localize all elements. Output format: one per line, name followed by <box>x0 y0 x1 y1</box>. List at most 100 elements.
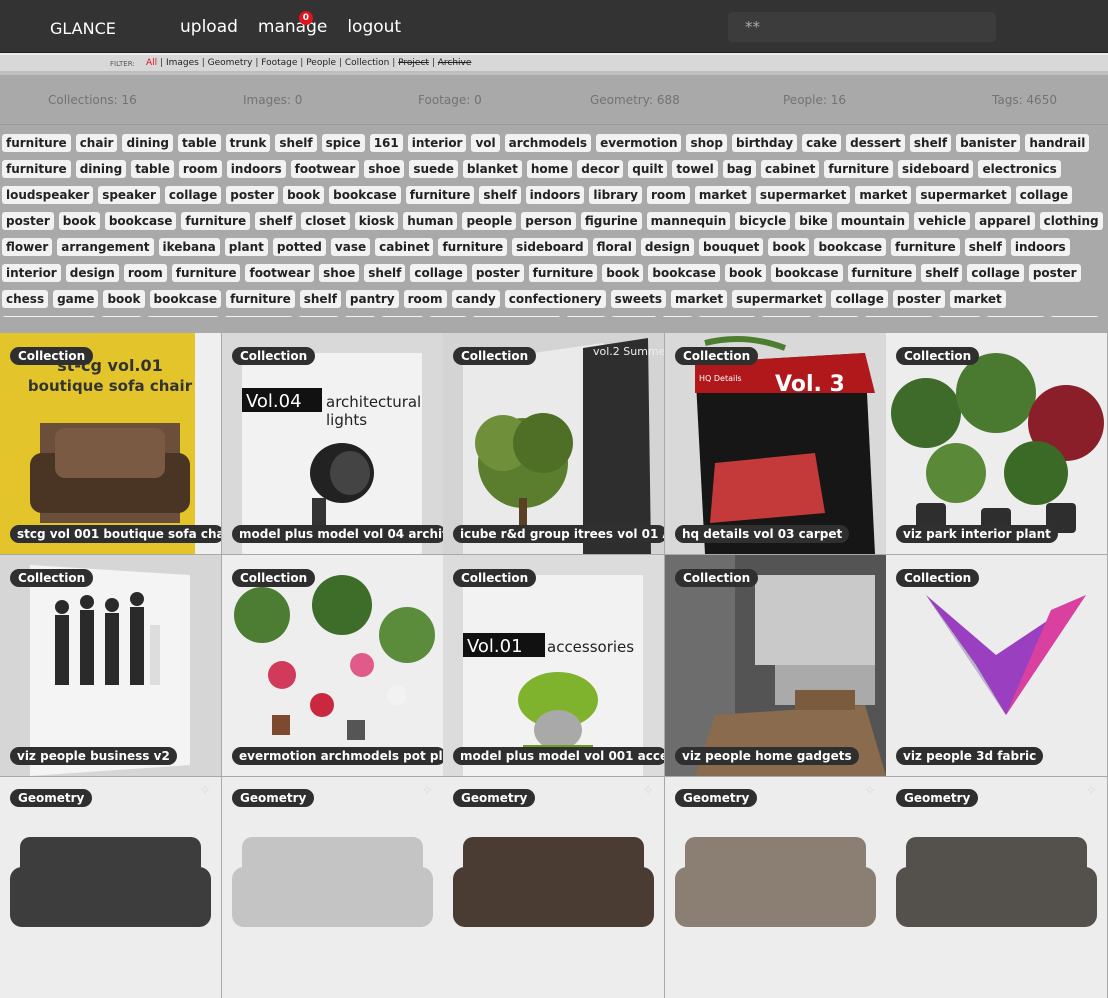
tag-design[interactable]: design <box>640 238 694 256</box>
brand-logo[interactable]: GLANCE <box>50 19 116 38</box>
tag-banister[interactable]: banister <box>956 134 1021 152</box>
tag-indoors[interactable]: indoors <box>525 186 585 204</box>
tag-bookcase[interactable]: bookcase <box>104 212 177 230</box>
tag-market[interactable]: market <box>694 186 751 204</box>
tag-room[interactable]: room <box>178 160 222 178</box>
tag-bag[interactable]: bag <box>722 160 756 178</box>
asset-card[interactable]: Geometry ✧ <box>0 777 221 998</box>
filter-project[interactable]: Project <box>398 58 429 68</box>
tag-book[interactable]: book <box>103 290 145 308</box>
tag-clothing[interactable]: clothing <box>1039 212 1103 230</box>
tag-potted[interactable]: potted <box>272 238 326 256</box>
asset-title[interactable]: viz people business v2 <box>10 747 177 765</box>
tag-bookcase[interactable]: bookcase <box>147 316 220 317</box>
tag-mountain[interactable]: mountain <box>836 212 910 230</box>
filter-archive[interactable]: Archive <box>438 58 472 68</box>
asset-title[interactable]: model plus model vol 001 accessories <box>453 747 664 765</box>
tag-book[interactable]: book <box>58 212 100 230</box>
tag-shoe[interactable]: shoe <box>319 264 360 282</box>
tag-footwear[interactable]: footwear <box>290 160 360 178</box>
asset-card[interactable]: st-cg vol.01 boutique sofa chair Collecti… <box>0 333 221 554</box>
tag-vol[interactable]: vol <box>471 134 500 152</box>
tag-sideboard[interactable]: sideboard <box>512 238 588 256</box>
tag-handrail[interactable]: handrail <box>1025 134 1090 152</box>
tag-furniture[interactable]: furniture <box>226 290 295 308</box>
tag-confectionery[interactable]: confectionery <box>504 290 606 308</box>
tag-market[interactable]: market <box>949 290 1006 308</box>
asset-title[interactable]: model plus model vol 04 architectural li… <box>232 525 443 543</box>
tag-plant[interactable]: plant <box>224 238 268 256</box>
tag-human[interactable]: human <box>403 212 458 230</box>
tag-bookcase[interactable]: bookcase <box>648 264 720 282</box>
tag-bouquet[interactable]: bouquet <box>698 238 764 256</box>
tag-snack[interactable]: snack <box>610 316 658 317</box>
asset-title[interactable]: viz park interior plant <box>896 525 1058 543</box>
tag-suede[interactable]: suede <box>409 160 458 178</box>
tag-shelf[interactable]: shelf <box>909 134 952 152</box>
tag-bookcase[interactable]: bookcase <box>149 290 222 308</box>
asset-card[interactable]: Vol. 3 HQ Details Collection hq details v… <box>665 333 886 554</box>
asset-title[interactable]: evermotion archmodels pot plants vol <box>232 747 443 765</box>
tag-furniture[interactable]: furniture <box>181 212 251 230</box>
tag-furniture[interactable]: furniture <box>824 160 894 178</box>
tag-people[interactable]: people <box>462 212 517 230</box>
tag-chess[interactable]: chess <box>2 290 49 308</box>
asset-card[interactable]: Vol.04 architectural lights Collection mo… <box>222 333 443 554</box>
tag-shop[interactable]: shop <box>686 134 728 152</box>
tag-table[interactable]: table <box>131 160 174 178</box>
filter-footage[interactable]: Footage <box>261 58 297 68</box>
asset-card[interactable]: Collection viz park interior plant <box>886 333 1107 554</box>
tag-room[interactable]: room <box>123 264 167 282</box>
filter-collection[interactable]: Collection <box>345 58 390 68</box>
tag-dining[interactable]: dining <box>75 160 127 178</box>
tag-pot[interactable]: pot <box>662 316 694 317</box>
asset-card[interactable]: Geometry ✧ <box>886 777 1107 998</box>
tag-supermarket[interactable]: supermarket <box>916 186 1011 204</box>
tag-person[interactable]: person <box>521 212 576 230</box>
tag-pottery[interactable]: pottery <box>698 316 757 317</box>
search-input[interactable] <box>728 12 996 42</box>
tag-room[interactable]: room <box>938 316 982 317</box>
asset-title[interactable]: icube r&d group itrees vol 01 Autumn <box>453 525 664 543</box>
asset-card[interactable]: Collection viz people home gadgets <box>665 555 886 776</box>
asset-card[interactable]: vol.2 Summer Collection icube r&d group it… <box>443 333 664 554</box>
tag-shelf[interactable]: shelf <box>479 186 521 204</box>
tag-collage[interactable]: collage <box>410 264 467 282</box>
tag-design[interactable]: design <box>65 264 119 282</box>
tag-collage[interactable]: collage <box>164 186 222 204</box>
tag-fruit[interactable]: fruit <box>429 316 467 317</box>
tag-book[interactable]: book <box>724 264 766 282</box>
tag-furniture[interactable]: furniture <box>847 264 917 282</box>
asset-card[interactable]: Geometry ✧ <box>222 777 443 998</box>
tag-cabinet[interactable]: cabinet <box>760 160 820 178</box>
asset-card[interactable]: Collection evermotion archmodels pot plan… <box>222 555 443 776</box>
asset-title[interactable]: stcg vol 001 boutique sofa chair series <box>10 525 221 543</box>
tag-poster[interactable]: poster <box>471 264 524 282</box>
tag-indoors[interactable]: indoors <box>986 316 1045 317</box>
tag-spice[interactable]: spice <box>321 134 365 152</box>
tag-shelf[interactable]: shelf <box>921 264 963 282</box>
tag-home[interactable]: home <box>526 160 573 178</box>
tag-table[interactable]: table <box>816 316 860 317</box>
tag-blanket[interactable]: blanket <box>462 160 522 178</box>
tag-shelf[interactable]: shelf <box>299 290 341 308</box>
tag-shoe[interactable]: shoe <box>364 160 405 178</box>
tag-quilt[interactable]: quilt <box>628 160 668 178</box>
tag-poster[interactable]: poster <box>892 290 945 308</box>
filter-images[interactable]: Images <box>166 58 199 68</box>
tag-arrangement[interactable]: arrangement <box>57 238 154 256</box>
tag-sweets[interactable]: sweets <box>610 290 667 308</box>
asset-card[interactable]: Geometry ✧ <box>443 777 664 998</box>
tag-furniture[interactable]: furniture <box>2 134 71 152</box>
tag-room[interactable]: room <box>646 186 690 204</box>
tag-watermelon[interactable]: watermelon <box>472 316 561 317</box>
tag-supermarket[interactable]: supermarket <box>755 186 851 204</box>
asset-title[interactable]: hq details vol 03 carpet <box>675 525 850 543</box>
tag-poster[interactable]: poster <box>1028 264 1081 282</box>
tag-footwear[interactable]: footwear <box>245 264 315 282</box>
tag-furniture[interactable]: furniture <box>2 160 71 178</box>
tag-book[interactable]: book <box>101 316 143 317</box>
tag-bike[interactable]: bike <box>795 212 832 230</box>
asset-card[interactable]: Collection viz people business v2 <box>0 555 221 776</box>
tag-figurine[interactable]: figurine <box>580 212 642 230</box>
